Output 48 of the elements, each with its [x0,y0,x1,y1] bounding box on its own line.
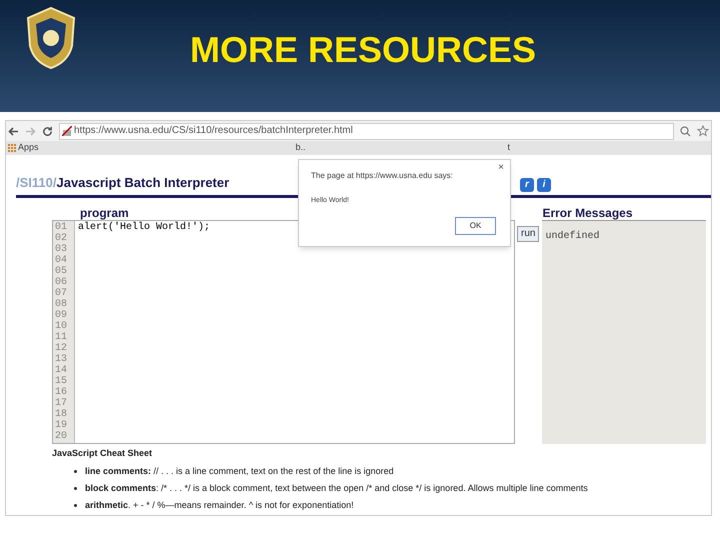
cheat-sheet-item: block comments: /* . . . */ is a block comment, text between the open /* and close */ is ignored. Allows multiple line comments [85,483,588,494]
line-number: 14 [55,364,68,376]
star-icon[interactable] [697,125,709,137]
code-line: alert('Hello World!'); [78,222,210,232]
error-output-text: undefined [545,230,600,242]
line-number: 19 [55,420,68,430]
bookmark-item[interactable]: t [508,141,510,155]
line-number: 11 [55,332,68,342]
line-number: 13 [55,354,68,364]
line-number: 04 [55,254,68,266]
back-icon[interactable] [8,126,19,136]
toolbar-button[interactable]: r [520,178,534,192]
cheat-sheet-item: line comments: // . . . is a line comment, text on the rest of the line is ignored [85,466,394,477]
line-number: 08 [55,298,68,310]
ok-button[interactable]: OK [455,217,496,235]
line-number: 01 [55,222,68,232]
bookmark-item[interactable]: Apps [18,141,39,155]
line-number: 20 [55,430,68,442]
cheat-sheet-item: arithmetic. + - * / %—means remainder. ^ is not for exponentiation! [85,500,354,511]
run-button[interactable]: run [517,226,540,242]
line-number: 06 [55,276,68,288]
program-label: program [80,206,130,220]
close-button[interactable]: × [498,163,504,173]
address-bar[interactable]: https://www.usna.edu/CS/si110/resources/batchInterpreter.html [59,122,674,140]
dialog-message: The page at https://www.usna.edu says: [311,170,453,182]
line-number: 16 [55,386,68,398]
cheat-sheet-heading: JavaScript Cheat Sheet [52,446,154,460]
bullet-icon [74,504,77,507]
line-number: 17 [55,398,68,408]
line-number: 03 [55,244,68,254]
bookmark-item[interactable]: b.. [296,141,306,155]
line-number: 05 [55,266,68,276]
url-text: https://www.usna.edu/CS/si110/resources/batchInterpreter.html [74,126,353,136]
reload-icon[interactable] [42,126,53,136]
line-number: 18 [55,408,68,420]
bullet-icon [74,487,77,490]
error-messages-label: Error Messages [542,206,634,220]
slide-title: MORE RESOURCES [190,28,536,72]
line-number: 10 [55,320,68,332]
line-number: 02 [55,232,68,244]
line-number: 12 [55,342,68,354]
line-number: 07 [55,288,68,298]
zoom-icon[interactable] [680,126,691,136]
toolbar-button[interactable]: i [537,178,551,192]
page-title: Javascript Batch Interpreter [56,174,230,192]
bullet-icon [74,470,77,473]
line-number: 15 [55,376,68,386]
line-number: 09 [55,310,68,320]
